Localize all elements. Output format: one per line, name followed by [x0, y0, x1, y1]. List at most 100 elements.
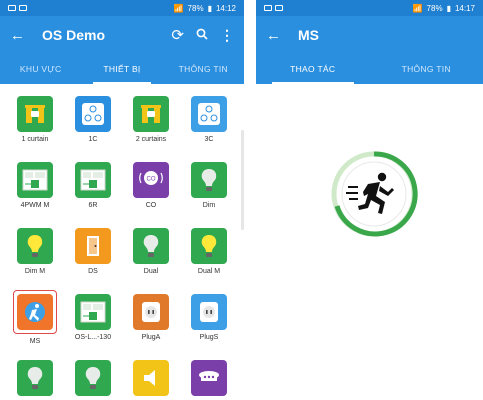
- device-tile-frame: [75, 224, 111, 264]
- device-tile[interactable]: 1C: [64, 92, 122, 150]
- device-tile[interactable]: Dual M: [180, 224, 238, 282]
- device-label: DS: [88, 268, 98, 275]
- bulb-on-icon: [17, 228, 53, 264]
- device-tile[interactable]: Dim: [180, 158, 238, 216]
- module-board-icon: [75, 162, 111, 198]
- device-tile-frame: [17, 224, 53, 264]
- device-tile[interactable]: RGB M: [64, 356, 122, 400]
- search-icon[interactable]: [196, 28, 208, 43]
- device-label: PlugA: [141, 334, 161, 341]
- device-label: Dim M: [24, 268, 46, 275]
- status-bar: 📶 78% ▮ 14:12: [0, 0, 244, 16]
- device-tile-frame: [133, 92, 169, 132]
- device-label: Dual M: [197, 268, 221, 275]
- device-tile-frame: [133, 290, 169, 330]
- bulb-icon: [191, 162, 227, 198]
- device-tile-frame: [75, 356, 111, 396]
- module-board-icon: [75, 294, 111, 330]
- device-tile[interactable]: RGB: [6, 356, 64, 400]
- device-label: 1C: [88, 136, 98, 143]
- battery-percent: 78%: [426, 3, 443, 13]
- module-board-icon: [17, 162, 53, 198]
- device-grid: 1 curtain 1C 2 curtains 3C 4PWM M 6R CO CO Dim Di…: [6, 92, 238, 400]
- device-tile[interactable]: Smoke: [180, 356, 238, 400]
- refresh-icon[interactable]: ⟳: [171, 26, 184, 44]
- device-tile-frame: [191, 356, 227, 396]
- battery-percent: 78%: [187, 3, 204, 13]
- scrollbar[interactable]: [241, 130, 244, 230]
- bulb-icon: [75, 360, 111, 396]
- motion-indicator[interactable]: [330, 150, 418, 238]
- device-label: 6R: [88, 202, 98, 209]
- device-label: MS: [29, 338, 41, 345]
- tab-bar: KHU VỰC THIẾT BỊ THÔNG TIN: [0, 54, 244, 84]
- device-tile[interactable]: DS: [64, 224, 122, 282]
- device-tile[interactable]: MS: [6, 290, 64, 348]
- svg-text:CO: CO: [147, 177, 156, 183]
- device-tile-frame: [191, 224, 227, 264]
- device-tile[interactable]: Dual: [122, 224, 180, 282]
- device-label: 2 curtains: [135, 136, 167, 143]
- device-tile[interactable]: 3C: [180, 92, 238, 150]
- siren-icon: [133, 360, 169, 396]
- device-tile[interactable]: 2 curtains: [122, 92, 180, 150]
- device-label: OS-L...-130: [74, 334, 112, 341]
- plug-icon: [191, 294, 227, 330]
- device-tile[interactable]: 6R: [64, 158, 122, 216]
- switch-panel-icon: [191, 96, 227, 132]
- more-vert-icon[interactable]: ⋮: [220, 27, 234, 44]
- back-arrow-icon[interactable]: ←: [266, 27, 290, 44]
- tab-bar: THAO TÁC THÔNG TIN: [256, 54, 483, 84]
- back-arrow-icon[interactable]: ←: [10, 27, 34, 44]
- screens: 📶 78% ▮ 14:12 ← OS Demo ⟳ ⋮ KHU VỰC THIẾ…: [0, 0, 483, 400]
- device-tile-frame: [191, 158, 227, 198]
- tab-thao-tac[interactable]: THAO TÁC: [256, 54, 370, 84]
- signal-icon: 📶: [173, 3, 184, 13]
- device-tile[interactable]: Siren: [122, 356, 180, 400]
- appbar-actions: ⟳ ⋮: [171, 26, 234, 45]
- status-right: 📶 78% ▮ 14:17: [413, 4, 475, 13]
- clock: 14:12: [215, 3, 236, 13]
- device-tile[interactable]: PlugS: [180, 290, 238, 348]
- image-icon: [8, 5, 16, 11]
- device-tile-frame: [17, 92, 53, 132]
- device-tile-frame: [17, 356, 53, 396]
- device-tile[interactable]: CO CO: [122, 158, 180, 216]
- status-right: 📶 78% ▮ 14:12: [174, 4, 236, 13]
- device-tile-frame: [191, 290, 227, 330]
- tab-thong-tin[interactable]: THÔNG TIN: [163, 54, 244, 84]
- device-label: 4PWM M: [20, 202, 50, 209]
- device-label: Dual: [143, 268, 159, 275]
- device-tile[interactable]: Dim M: [6, 224, 64, 282]
- curtain-icon: [133, 96, 169, 132]
- status-bar: 📶 78% ▮ 14:17: [256, 0, 483, 16]
- device-tile[interactable]: 4PWM M: [6, 158, 64, 216]
- motion-sensor-icon: [17, 294, 53, 330]
- battery-icon: ▮: [446, 3, 451, 13]
- page-title: OS Demo: [42, 27, 106, 43]
- device-tile-frame: [75, 92, 111, 132]
- device-label: CO: [145, 202, 157, 209]
- clock: 14:17: [454, 3, 475, 13]
- tab-khu-vuc[interactable]: KHU VỰC: [0, 54, 81, 84]
- switch-panel-icon: [75, 96, 111, 132]
- device-label: PlugS: [199, 334, 219, 341]
- bulb-on-icon: [191, 228, 227, 264]
- device-tile[interactable]: OS-L...-130: [64, 290, 122, 348]
- signal-icon: 📶: [412, 3, 423, 13]
- bulb-icon: [17, 360, 53, 396]
- device-tile[interactable]: 1 curtain: [6, 92, 64, 150]
- smoke-detector-icon: [191, 360, 227, 396]
- device-tile-frame: CO: [133, 158, 169, 198]
- tab-thiet-bi[interactable]: THIẾT BỊ: [81, 54, 162, 84]
- message-icon: [275, 5, 283, 11]
- device-tile[interactable]: PlugA: [122, 290, 180, 348]
- device-tile-frame: [191, 92, 227, 132]
- device-list-screen: 📶 78% ▮ 14:12 ← OS Demo ⟳ ⋮ KHU VỰC THIẾ…: [0, 0, 244, 400]
- device-tile-frame: [133, 224, 169, 264]
- motion-ring: [331, 151, 418, 237]
- tab-thong-tin[interactable]: THÔNG TIN: [370, 54, 483, 84]
- app-bar: ← MS: [256, 16, 483, 54]
- battery-icon: ▮: [207, 3, 212, 13]
- device-label: 1 curtain: [21, 136, 49, 143]
